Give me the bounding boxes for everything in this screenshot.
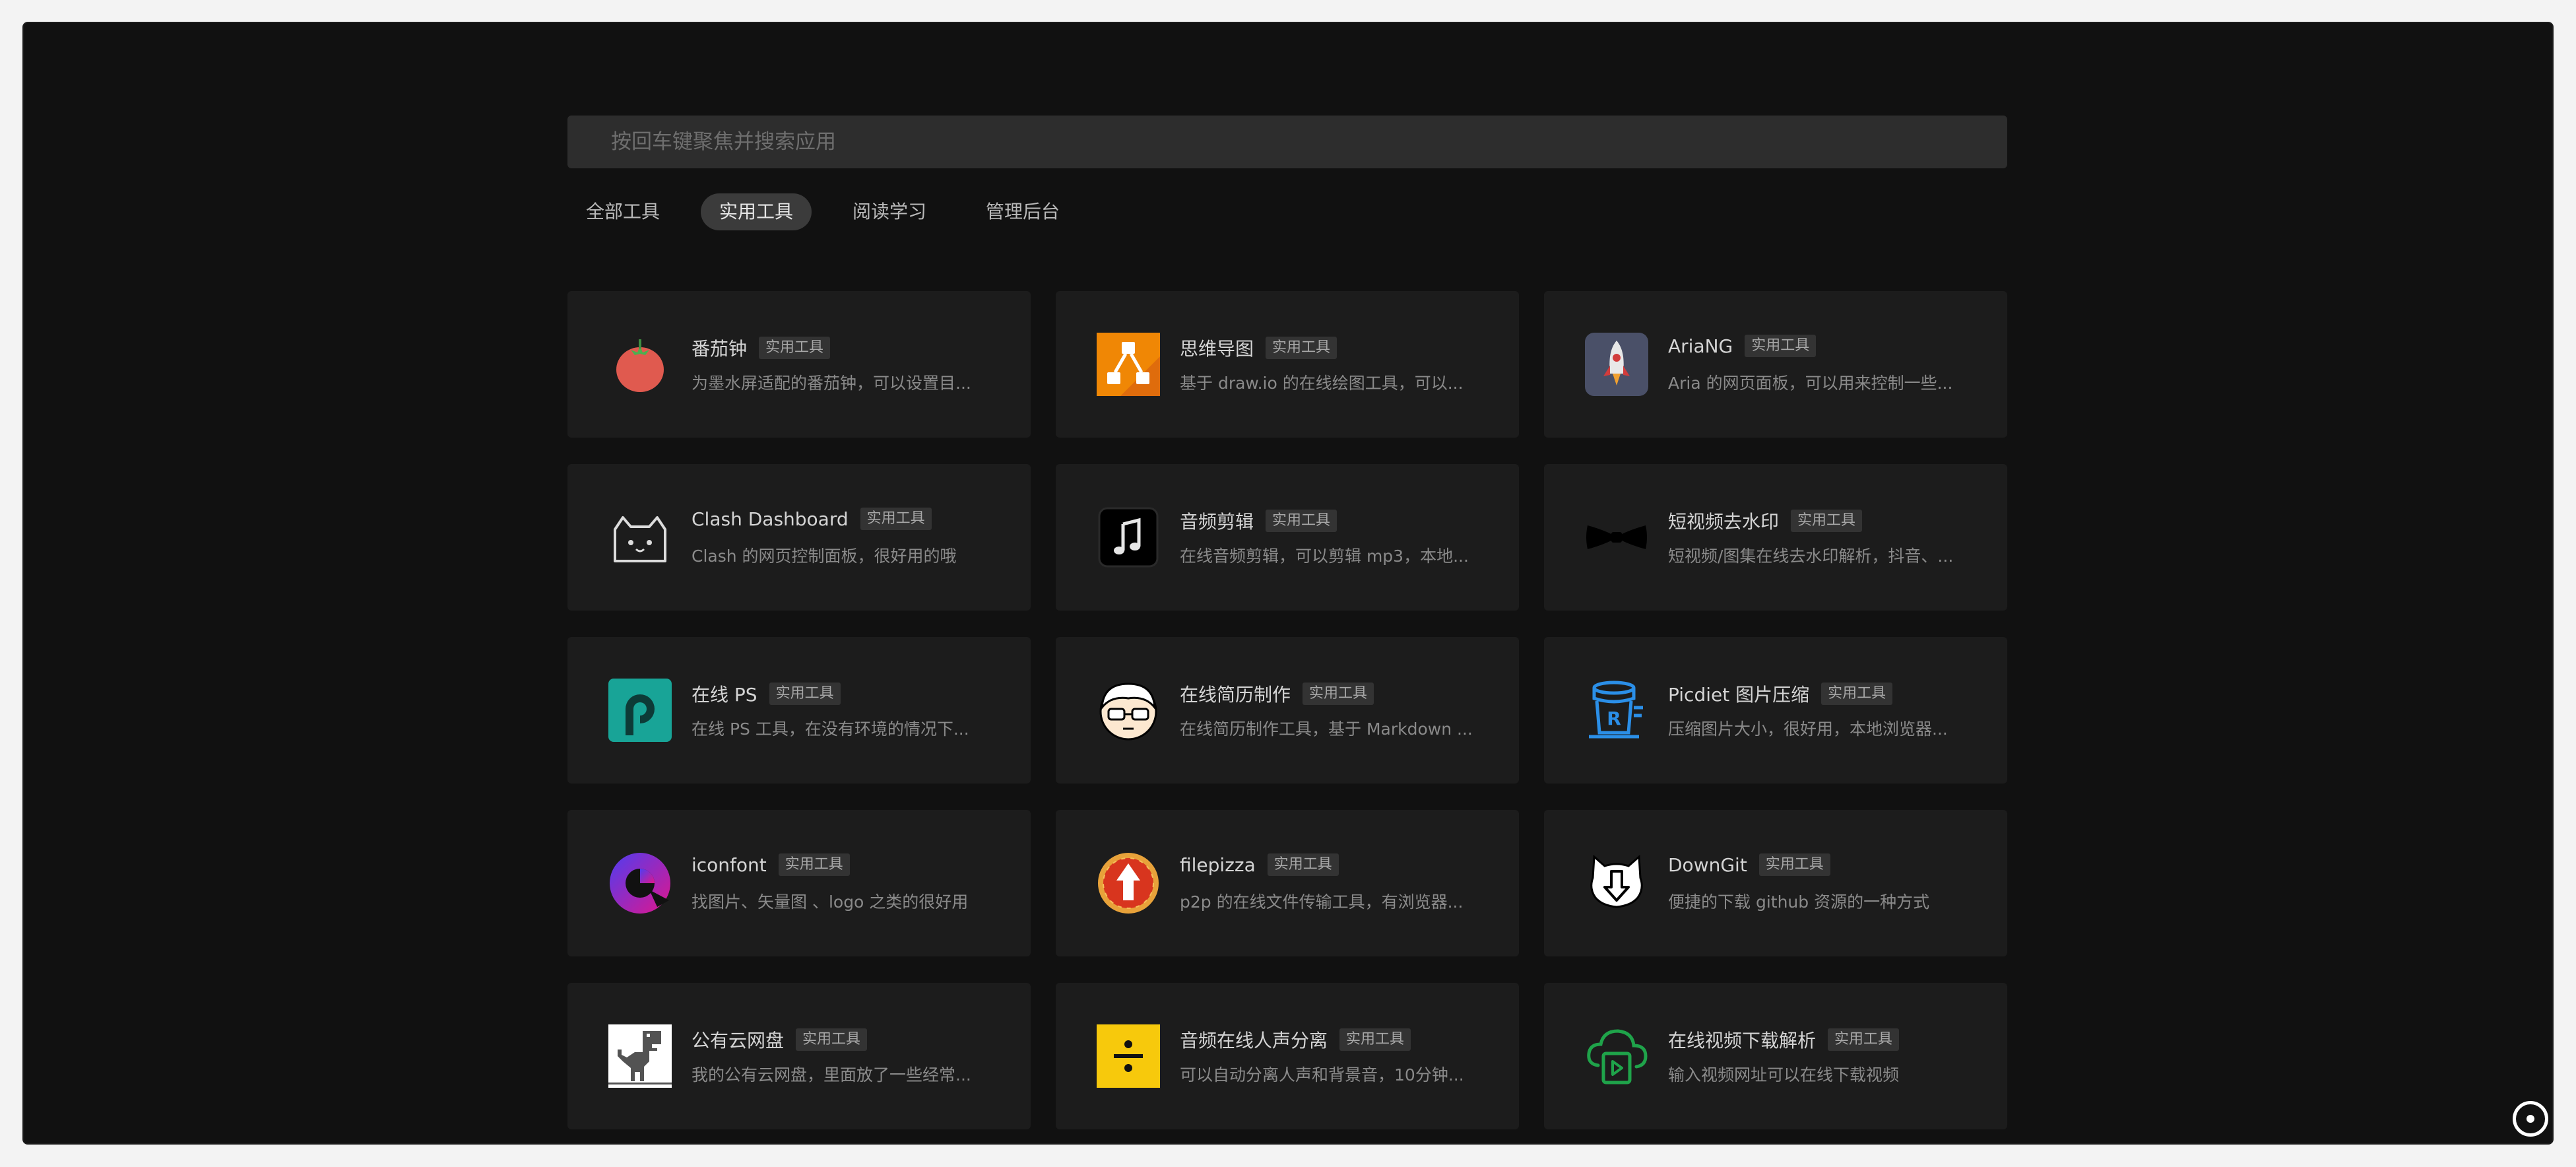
tab-all-tools[interactable]: 全部工具 <box>567 193 678 230</box>
category-badge: 实用工具 <box>1266 337 1337 359</box>
card-description: 为墨水屏适配的番茄钟，可以设置目... <box>692 374 971 393</box>
cloud-play-icon <box>1585 1024 1648 1088</box>
category-badge: 实用工具 <box>1758 853 1830 876</box>
card-title: 短视频去水印 <box>1668 511 1780 533</box>
app-card-cloud-drive[interactable]: 公有云网盘 实用工具 我的公有云网盘，里面放了一些经常... <box>567 983 1031 1129</box>
app-card-vocal-separation[interactable]: 音频在线人声分离 实用工具 可以自动分离人声和背景音，10分钟... <box>1056 983 1519 1129</box>
card-description: 我的公有云网盘，里面放了一些经常... <box>692 1065 971 1084</box>
card-description: 在线简历制作工具，基于 Markdown ... <box>1180 719 1473 739</box>
app-card-clash-dashboard[interactable]: Clash Dashboard 实用工具 Clash 的网页控制面板，很好用的哦 <box>567 464 1031 611</box>
card-description: 输入视频网址可以在线下载视频 <box>1668 1065 1900 1084</box>
app-card-watermark-remover[interactable]: 短视频去水印 实用工具 短视频/图集在线去水印解析，抖音、... <box>1544 464 2007 611</box>
card-description: 可以自动分离人声和背景音，10分钟... <box>1180 1065 1464 1084</box>
app-grid: 番茄钟 实用工具 为墨水屏适配的番茄钟，可以设置目... 思维导图 实用工具 基… <box>567 291 2007 1129</box>
card-title: 番茄钟 <box>692 338 748 360</box>
card-title: Clash Dashboard <box>692 508 849 530</box>
category-badge: 实用工具 <box>796 1028 868 1051</box>
category-badge: 实用工具 <box>1821 683 1893 705</box>
card-title: 思维导图 <box>1180 338 1254 360</box>
category-badge: 实用工具 <box>1828 1028 1900 1051</box>
target-dot-icon <box>2527 1115 2534 1123</box>
card-title: Picdiet 图片压缩 <box>1668 684 1810 706</box>
category-badge: 实用工具 <box>759 337 831 359</box>
dino-icon <box>608 1024 672 1088</box>
card-description: 便捷的下载 github 资源的一种方式 <box>1668 892 1930 912</box>
app-card-downgit[interactable]: DownGit 实用工具 便捷的下载 github 资源的一种方式 <box>1544 810 2007 956</box>
app-card-resume-maker[interactable]: 在线简历制作 实用工具 在线简历制作工具，基于 Markdown ... <box>1056 637 1519 784</box>
card-description: Clash 的网页控制面板，很好用的哦 <box>692 547 957 566</box>
card-description: Aria 的网页面板，可以用来控制一些... <box>1668 374 1953 393</box>
app-card-video-downloader[interactable]: 在线视频下载解析 实用工具 输入视频网址可以在线下载视频 <box>1544 983 2007 1129</box>
category-badge: 实用工具 <box>1303 683 1374 705</box>
card-title: 在线简历制作 <box>1180 684 1291 706</box>
tab-utilities[interactable]: 实用工具 <box>701 193 812 230</box>
bowtie-icon <box>1585 506 1648 569</box>
pizza-icon <box>1097 851 1160 915</box>
rocket-icon <box>1585 333 1648 396</box>
floating-action-button[interactable] <box>2513 1101 2548 1137</box>
drawio-icon <box>1097 333 1160 396</box>
iconfont-icon <box>608 851 672 915</box>
card-description: 在线 PS 工具，在没有环境的情况下... <box>692 719 969 739</box>
card-description: 基于 draw.io 的在线绘图工具，可以... <box>1180 374 1464 393</box>
app-card-iconfont[interactable]: iconfont 实用工具 找图片、矢量图 、logo 之类的很好用 <box>567 810 1031 956</box>
app-card-picdiet[interactable]: R Picdiet 图片压缩 实用工具 压缩图片大小，很好用，本地浏览器... <box>1544 637 2007 784</box>
svg-text:R: R <box>1607 708 1621 729</box>
avatar-glasses-icon <box>1097 679 1160 742</box>
card-title: AriaNG <box>1668 335 1733 357</box>
category-badge: 实用工具 <box>1791 510 1863 532</box>
card-title: 在线视频下载解析 <box>1668 1030 1817 1051</box>
card-title: iconfont <box>692 853 767 876</box>
category-badge: 实用工具 <box>1339 1028 1411 1051</box>
downgit-icon <box>1585 851 1648 915</box>
category-tabs: 全部工具 实用工具 阅读学习 管理后台 <box>567 193 1101 230</box>
category-badge: 实用工具 <box>1267 853 1339 876</box>
card-title: filepizza <box>1180 853 1256 876</box>
category-badge: 实用工具 <box>1266 510 1337 532</box>
category-badge: 实用工具 <box>1745 335 1817 357</box>
tab-admin[interactable]: 管理后台 <box>967 193 1078 230</box>
app-card-online-ps[interactable]: 在线 PS 实用工具 在线 PS 工具，在没有环境的情况下... <box>567 637 1031 784</box>
card-title: 公有云网盘 <box>692 1030 785 1051</box>
category-badge: 实用工具 <box>778 853 850 876</box>
tomato-icon <box>608 333 672 396</box>
search-input[interactable] <box>567 116 2007 168</box>
card-description: 找图片、矢量图 、logo 之类的很好用 <box>692 892 969 912</box>
divide-icon <box>1097 1024 1160 1088</box>
card-description: 在线音频剪辑，可以剪辑 mp3，本地... <box>1180 547 1469 566</box>
card-title: 音频剪辑 <box>1180 511 1254 533</box>
category-badge: 实用工具 <box>860 508 932 530</box>
card-title: 音频在线人声分离 <box>1180 1030 1328 1051</box>
card-title: 在线 PS <box>692 684 757 706</box>
category-badge: 实用工具 <box>769 683 841 705</box>
app-card-pomodoro[interactable]: 番茄钟 实用工具 为墨水屏适配的番茄钟，可以设置目... <box>567 291 1031 438</box>
picdiet-icon: R <box>1585 679 1648 742</box>
card-description: p2p 的在线文件传输工具，有浏览器... <box>1180 892 1464 912</box>
app-card-ariang[interactable]: AriaNG 实用工具 Aria 的网页面板，可以用来控制一些... <box>1544 291 2007 438</box>
tab-reading-learning[interactable]: 阅读学习 <box>834 193 945 230</box>
app-card-mindmap[interactable]: 思维导图 实用工具 基于 draw.io 的在线绘图工具，可以... <box>1056 291 1519 438</box>
app-card-filepizza[interactable]: filepizza 实用工具 p2p 的在线文件传输工具，有浏览器... <box>1056 810 1519 956</box>
app-card-audio-editor[interactable]: 音频剪辑 实用工具 在线音频剪辑，可以剪辑 mp3，本地... <box>1056 464 1519 611</box>
card-title: DownGit <box>1668 853 1747 876</box>
app-window: 全部工具 实用工具 阅读学习 管理后台 番茄钟 实用工具 为墨水屏适配的番茄钟，… <box>24 23 2552 1143</box>
cat-icon <box>608 506 672 569</box>
music-note-icon <box>1097 506 1160 569</box>
photopea-icon <box>608 679 672 742</box>
card-description: 压缩图片大小，很好用，本地浏览器... <box>1668 719 1948 739</box>
card-description: 短视频/图集在线去水印解析，抖音、... <box>1668 547 1954 566</box>
